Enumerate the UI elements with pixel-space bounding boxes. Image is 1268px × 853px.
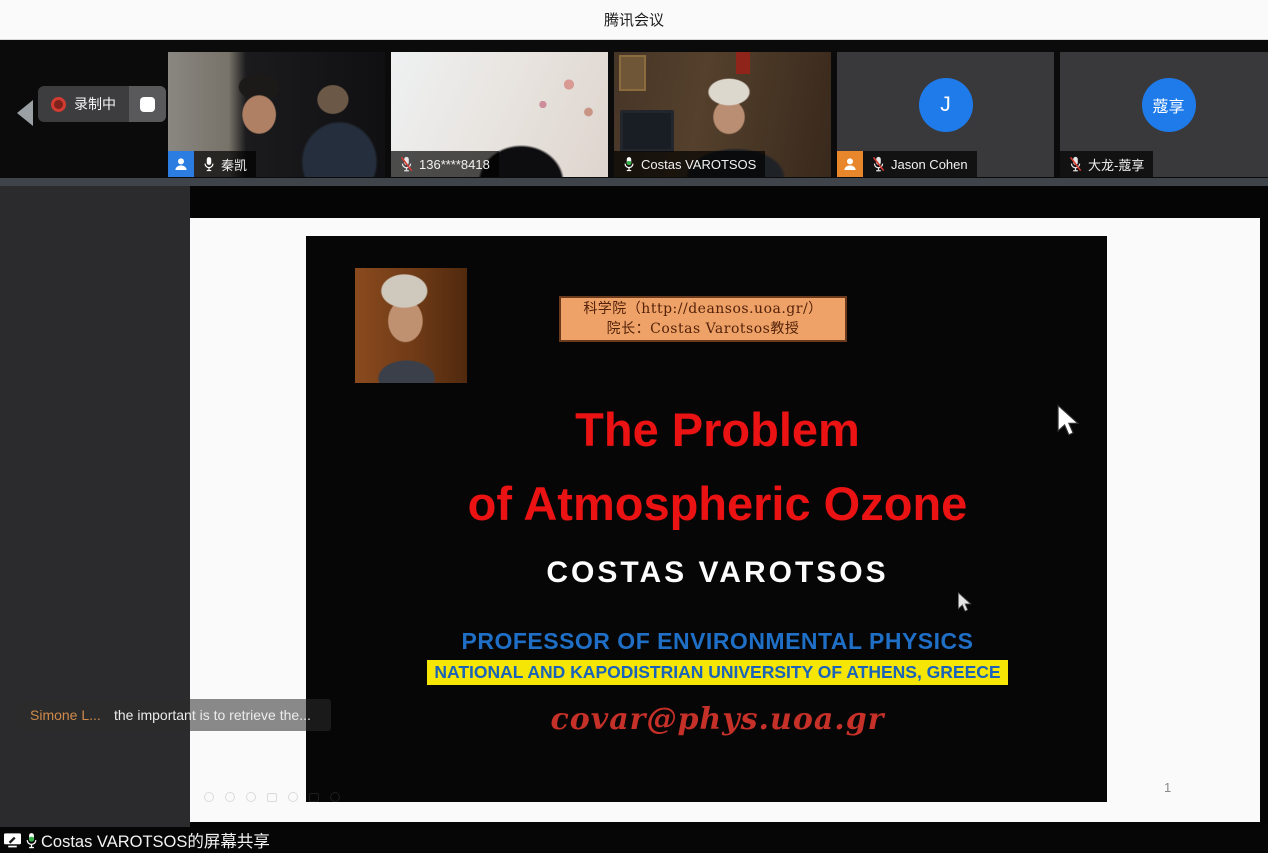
background-picture-frame [619, 55, 646, 91]
chat-sender: Simone L... [30, 707, 114, 723]
info-box-line1: 科学院（http://deansos.uoa.gr/） [583, 299, 822, 319]
slide-email: covar@phys.uoa.gr [317, 702, 1118, 737]
participant-label: 136****8418 [391, 151, 499, 177]
presentation-slide: 科学院（http://deansos.uoa.gr/） 院长：Costas Va… [306, 236, 1107, 802]
toolbar-dot-icon [225, 792, 235, 802]
background-monitor [620, 110, 674, 152]
participant-thumbnail-jason[interactable]: J Jason Cohen [837, 52, 1054, 177]
participant-label: 秦凯 [168, 151, 256, 177]
speaker-photo [355, 268, 467, 383]
participant-name: 大龙-蔻享 [1088, 155, 1144, 174]
participant-thumbnail-costas[interactable]: Costas VAROTSOS [614, 52, 831, 177]
recording-label: 录制中 [74, 94, 116, 114]
mic-on-icon [203, 156, 215, 172]
participant-name: Jason Cohen [891, 157, 968, 172]
mic-muted-icon [400, 156, 413, 172]
participant-label: 大龙-蔻享 [1060, 151, 1153, 177]
toolbar-menu-icon [309, 793, 319, 802]
presentation-background: 科学院（http://deansos.uoa.gr/） 院长：Costas Va… [190, 218, 1260, 822]
participant-thumbnail-136[interactable]: 136****8418 [391, 52, 608, 177]
slide-title-line1: The Problem [317, 402, 1118, 457]
slide-info-box: 科学院（http://deansos.uoa.gr/） 院长：Costas Va… [559, 296, 847, 342]
person-icon [842, 156, 858, 172]
participant-thumbnail-qinkai[interactable]: 秦凯 [168, 52, 385, 177]
background-red-ornament [736, 52, 750, 74]
participant-name: 秦凯 [221, 155, 247, 174]
phone-audio-badge [837, 151, 863, 177]
window-titlebar: 腾讯会议 [0, 0, 1268, 40]
participant-thumbnail-dalong[interactable]: 蔻享 大龙-蔻享 [1060, 52, 1268, 177]
video-thumbnail-strip: 录制中 秦凯 [0, 40, 1268, 178]
participant-name: 136****8418 [419, 157, 490, 172]
slide-page-number: 1 [1164, 780, 1171, 795]
computer-audio-badge [168, 151, 194, 177]
recording-status: 录制中 [38, 86, 129, 122]
strip-divider [0, 178, 1268, 186]
shared-screen-view: 科学院（http://deansos.uoa.gr/） 院长：Costas Va… [190, 186, 1268, 827]
slide-role: PROFESSOR OF ENVIRONMENTAL PHYSICS [317, 628, 1118, 655]
presenter-toolbar-faint-icons [204, 792, 340, 802]
slide-affiliation: NATIONAL AND KAPODISTRIAN UNIVERSITY OF … [427, 660, 1007, 685]
slide-title-line2: of Atmospheric Ozone [317, 476, 1118, 531]
slide-affiliation-wrap: NATIONAL AND KAPODISTRIAN UNIVERSITY OF … [317, 660, 1118, 685]
mic-muted-icon [872, 156, 885, 172]
collapse-strip-left-arrow-icon[interactable] [17, 100, 33, 126]
toolbar-square-icon [267, 793, 277, 802]
toolbar-dot-icon [288, 792, 298, 802]
participant-name: Costas VAROTSOS [641, 157, 756, 172]
stop-icon [140, 97, 155, 112]
remote-cursor-icon [957, 592, 972, 613]
mic-muted-icon [1069, 156, 1082, 172]
mic-speaking-icon [623, 156, 635, 172]
toolbar-dot-icon [204, 792, 214, 802]
recording-indicator[interactable]: 录制中 [38, 86, 166, 122]
share-audio-mic-icon [25, 832, 38, 849]
toolbar-pen-icon [246, 792, 256, 802]
stop-recording-button[interactable] [129, 86, 166, 122]
local-cursor-icon [1056, 404, 1080, 438]
participant-label: Jason Cohen [837, 151, 977, 177]
avatar: J [919, 78, 973, 132]
screen-share-label: Costas VAROTSOS的屏幕共享 [41, 828, 270, 852]
person-icon [173, 156, 189, 172]
chat-message-text: the important is to retrieve the... [114, 707, 311, 723]
info-box-line2: 院长：Costas Varotsos教授 [607, 319, 800, 339]
window-title: 腾讯会议 [604, 9, 664, 30]
avatar: 蔻享 [1142, 78, 1196, 132]
toolbar-dot-icon [330, 792, 340, 802]
screen-share-status-bar: Costas VAROTSOS的屏幕共享 [0, 827, 1268, 853]
slide-author: COSTAS VAROTSOS [317, 556, 1118, 590]
screen-share-monitor-icon [3, 832, 22, 849]
participant-label: Costas VAROTSOS [614, 151, 765, 177]
record-dot-icon [51, 97, 66, 112]
chat-message-popup[interactable]: Simone L... the important is to retrieve… [18, 699, 331, 731]
